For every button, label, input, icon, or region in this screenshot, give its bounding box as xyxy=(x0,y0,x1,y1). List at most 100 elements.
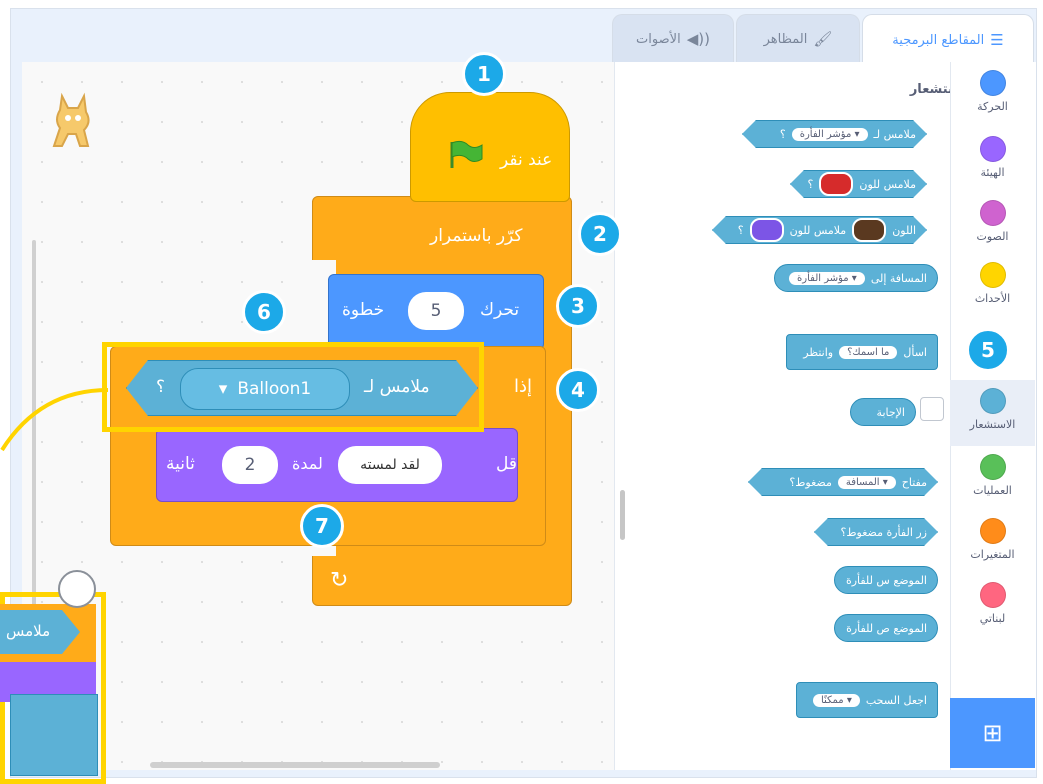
say-message-input[interactable]: لقد لمسته xyxy=(338,446,442,484)
category-my-blocks-label: لبناتي xyxy=(979,612,1006,625)
color-touching-color-block[interactable]: ؟ ملامس للون اللون xyxy=(712,216,927,244)
tab-code[interactable]: المقاطع البرمجية ☰ xyxy=(862,14,1034,65)
palette-scrollbar[interactable] xyxy=(620,490,625,540)
move-steps-input[interactable]: 5 xyxy=(408,292,464,330)
answer-checkbox[interactable] xyxy=(920,397,944,421)
key-pressed-label2: مضغوط؟ xyxy=(789,475,832,489)
say-for-label: لمدة xyxy=(292,454,323,473)
tab-sounds-label: الأصوات xyxy=(636,31,681,47)
zoom-in-icon[interactable] xyxy=(58,570,96,608)
step-badge-5: 5 xyxy=(966,328,1010,372)
category-events[interactable]: الأحداث xyxy=(950,254,1035,320)
category-operators-label: العمليات xyxy=(973,484,1012,497)
sound-dot-icon xyxy=(979,200,1006,226)
answer-label: الإجابة xyxy=(876,405,905,419)
distance-to-block[interactable]: مؤشر الفأرة ▾ المسافة إلى xyxy=(774,264,938,292)
distance-to-arg[interactable]: مؤشر الفأرة ▾ xyxy=(789,271,865,285)
tab-costumes-label: المظاهر xyxy=(763,31,808,47)
category-sensing[interactable]: الاستشعار xyxy=(950,380,1035,446)
color-swatch-red[interactable] xyxy=(819,172,853,196)
category-variables[interactable]: المتغيرات xyxy=(950,510,1035,576)
loop-arrow-icon: ↻ xyxy=(330,568,349,593)
key-pressed-arg[interactable]: المسافة ▾ xyxy=(838,476,896,489)
my-blocks-dot-icon xyxy=(979,582,1006,608)
key-pressed-block[interactable]: مضغوط؟ المسافة ▾ مفتاح xyxy=(748,468,938,496)
touching-highlight-frame xyxy=(102,342,484,432)
move-label: تحرك xyxy=(480,300,520,320)
set-drag-mode-block[interactable]: ممكنًا ▾ اجعل السحب xyxy=(796,682,938,718)
say-unit-label: ثانية xyxy=(166,454,195,474)
looks-dot-icon xyxy=(979,136,1006,162)
forever-label: كرّر باستمرار xyxy=(430,226,523,246)
drag-mode-arg[interactable]: ممكنًا ▾ xyxy=(812,693,860,707)
category-looks[interactable]: الهيئة xyxy=(950,128,1035,194)
color-touching-tail: ؟ xyxy=(737,223,744,237)
touching-color-block[interactable]: ؟ ملامس للون xyxy=(790,170,927,198)
add-extension-button[interactable]: ⊞ xyxy=(950,698,1035,768)
callout-line xyxy=(0,388,109,452)
category-events-label: الأحداث xyxy=(974,292,1011,305)
when-flag-clicked-block[interactable] xyxy=(410,92,570,202)
cat-sprite-icon xyxy=(48,88,98,152)
variables-dot-icon xyxy=(979,518,1006,544)
ask-and-wait-block[interactable]: وانتظر ما اسمك؟ اسأل xyxy=(786,334,938,370)
mouse-x-label: الموضع س للفأرة xyxy=(845,573,927,587)
events-dot-icon xyxy=(979,262,1006,288)
category-variables-label: المتغيرات xyxy=(970,548,1015,561)
extension-icon: ⊞ xyxy=(982,719,1003,747)
script-area-horizontal-scrollbar[interactable] xyxy=(150,762,440,768)
say-label: قل xyxy=(496,454,518,474)
code-icon: ☰ xyxy=(990,31,1004,49)
category-motion[interactable]: الحركة xyxy=(950,62,1035,128)
category-operators[interactable]: العمليات xyxy=(950,446,1035,512)
touching-mouse-tail: ؟ xyxy=(779,127,786,141)
sensing-dot-icon xyxy=(979,388,1006,414)
color-touching-label1: اللون xyxy=(892,223,916,237)
tab-sounds[interactable]: الأصوات ◀)) xyxy=(612,14,734,63)
say-secs-input[interactable]: 2 xyxy=(222,446,278,484)
distance-to-label: المسافة إلى xyxy=(870,271,927,285)
step-badge-1: 1 xyxy=(462,52,506,96)
color-touching-label2: ملامس للون xyxy=(789,223,847,237)
category-sound[interactable]: الصوت xyxy=(950,192,1035,258)
mouse-x-block[interactable]: الموضع س للفأرة xyxy=(834,566,938,594)
green-flag-icon xyxy=(448,140,484,174)
ask-wait-label2: وانتظر xyxy=(803,345,834,359)
answer-block[interactable]: الإجابة xyxy=(850,398,916,426)
category-sensing-label: الاستشعار xyxy=(969,418,1016,431)
ask-wait-arg[interactable]: ما اسمك؟ xyxy=(839,345,898,359)
speaker-icon: ◀)) xyxy=(686,30,710,48)
move-unit-label: خطوة xyxy=(342,300,385,320)
category-my-blocks[interactable]: لبناتي xyxy=(950,574,1035,640)
mouse-y-block[interactable]: الموضع ص للفأرة xyxy=(834,614,938,642)
zoom-panel-content xyxy=(10,694,98,776)
touching-mouse-label: ملامس لـ xyxy=(873,127,916,141)
mouse-y-label: الموضع ص للفأرة xyxy=(846,621,927,635)
motion-dot-icon xyxy=(979,70,1006,96)
touching-mouse-block[interactable]: ؟ مؤشر الفأرة ▾ ملامس لـ xyxy=(742,120,927,148)
step-badge-3: 3 xyxy=(556,284,600,328)
mouse-down-block[interactable]: زر الفأرة مضغوط؟ xyxy=(814,518,938,546)
tab-code-label: المقاطع البرمجية xyxy=(892,32,985,48)
step-badge-4: 4 xyxy=(556,368,600,412)
touching-mouse-arg[interactable]: مؤشر الفأرة ▾ xyxy=(792,128,868,141)
when-flag-label: عند نقر xyxy=(500,150,553,170)
ask-wait-label1: اسأل xyxy=(903,345,927,359)
tab-costumes[interactable]: المظاهر 🖌 xyxy=(736,14,860,63)
step-badge-6: 6 xyxy=(242,290,286,334)
category-looks-label: الهيئة xyxy=(980,166,1005,179)
paintbrush-icon: 🖌 xyxy=(813,30,833,48)
category-sound-label: الصوت xyxy=(976,230,1009,243)
mouse-down-label: زر الفأرة مضغوط؟ xyxy=(840,525,927,539)
zoom-touching-label: ملامس xyxy=(6,622,51,640)
color-swatch-purple[interactable] xyxy=(750,218,784,242)
color-swatch-brown[interactable] xyxy=(852,218,886,242)
key-pressed-label1: مفتاح xyxy=(901,475,927,489)
category-motion-label: الحركة xyxy=(977,100,1008,113)
drag-mode-label: اجعل السحب xyxy=(865,693,927,707)
step-badge-2: 2 xyxy=(578,212,622,256)
operators-dot-icon xyxy=(979,454,1006,480)
if-label: إذا xyxy=(514,376,533,397)
touching-color-tail: ؟ xyxy=(807,177,814,191)
say-for-secs-block[interactable] xyxy=(156,428,518,502)
